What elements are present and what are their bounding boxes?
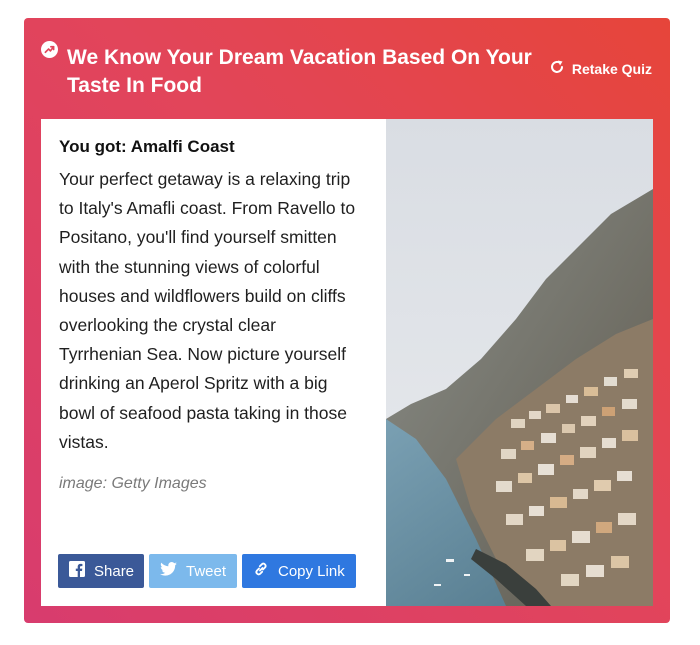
quiz-title: We Know Your Dream Vacation Based On You…	[67, 46, 532, 97]
result-heading: You got: Amalfi Coast	[59, 137, 235, 156]
link-icon	[253, 561, 269, 581]
image-credit: image: Getty Images	[59, 475, 207, 493]
retake-quiz-label: Retake Quiz	[571, 60, 652, 77]
facebook-share-label: Share	[94, 562, 135, 580]
share-buttons: Share Tweet Copy Link	[58, 554, 356, 588]
twitter-share-button[interactable]: Tweet	[149, 554, 237, 588]
retake-quiz-button[interactable]: Retake Quiz	[549, 59, 652, 78]
result-text: You got: Amalfi Coast Your perfect getaw…	[59, 135, 359, 493]
result-image	[386, 119, 653, 606]
result-panel: You got: Amalfi Coast Your perfect getaw…	[41, 119, 653, 606]
refresh-icon	[549, 59, 565, 78]
quiz-result-card: We Know Your Dream Vacation Based On You…	[24, 18, 670, 623]
trending-icon	[41, 41, 58, 58]
facebook-share-button[interactable]: Share	[58, 554, 144, 588]
twitter-share-label: Tweet	[186, 562, 227, 580]
result-description: Your perfect getaway is a relaxing trip …	[59, 169, 356, 452]
copy-link-button[interactable]: Copy Link	[242, 554, 356, 588]
twitter-icon	[160, 562, 177, 580]
facebook-icon	[69, 561, 85, 581]
copy-link-label: Copy Link	[278, 562, 345, 580]
